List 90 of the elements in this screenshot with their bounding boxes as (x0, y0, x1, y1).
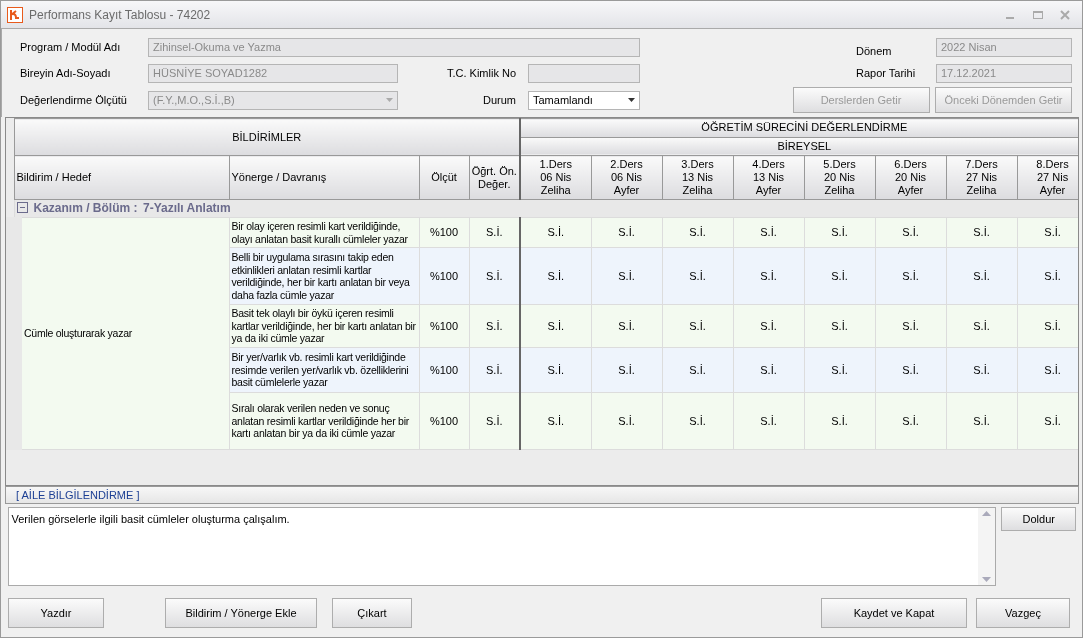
table-cell[interactable]: S.İ. (733, 247, 804, 305)
column-header[interactable]: 7.Ders 27 Nis Zeliha (946, 155, 1017, 200)
table-cell[interactable]: S.İ. (733, 217, 804, 248)
table-cell[interactable]: S.İ. (875, 217, 946, 248)
section-title: [ AİLE BİLGİLENDİRME ] (5, 486, 1079, 504)
table-cell: %100 (419, 392, 469, 450)
table-cell[interactable]: S.İ. (520, 247, 591, 305)
table-cell: Sıralı olarak verilen neden ve sonuç anlatan resimli kartlar verildiğinde her bir kartı anlatan bir ya da iki cümle yazar (229, 392, 419, 450)
table-cell[interactable]: S.İ. (1017, 347, 1078, 393)
column-group-header: ÖĞRETİM SÜRECİNİ DEĞERLENDİRME (520, 118, 1078, 137)
table-cell: Basit tek olaylı bir öykü içeren resimli kartlar verildiğinde, her bir kartı anlatan bir ya da iki cümle yazar (229, 304, 419, 348)
table-cell[interactable]: S.İ. (946, 217, 1017, 248)
table-cell: Belli bir uygulama sırasını takip eden etkinlikleri anlatan resimli kartlar verildiğinde, her bir kartı anlatan bir veya daha fazla cümle yazar (229, 247, 419, 305)
table-cell[interactable]: S.İ. (591, 217, 662, 248)
table-cell[interactable]: S.İ. (591, 247, 662, 305)
table-cell[interactable]: S.İ. (1017, 247, 1078, 305)
dropdown-field[interactable]: Tamamlandı (528, 90, 640, 110)
table-cell[interactable]: S.İ. (591, 392, 662, 450)
column-header[interactable]: 5.Ders 20 Nis Zeliha (804, 155, 875, 200)
field-label: Durum (483, 92, 516, 108)
footer-button[interactable]: Çıkart (332, 598, 412, 628)
table-cell: %100 (419, 247, 469, 305)
dropdown-caret-icon (386, 98, 393, 102)
column-header[interactable]: Yönerge / Davranış (229, 155, 419, 200)
table-cell: Bir yer/varlık vb. resimli kart verildiğinde resimde verilen yer/varlık vb. özelliklerini basit cümlelerle yazar (229, 347, 419, 393)
table-cell[interactable]: S.İ. (946, 347, 1017, 393)
column-header[interactable]: 4.Ders 13 Nis Ayfer (733, 155, 804, 200)
text-area[interactable]: Verilen görselerle ilgili basit cümleler oluşturma çalışalım. (7, 506, 996, 587)
field-label: Değerlendirme Ölçütü (20, 92, 128, 108)
table-cell[interactable]: S.İ. (1017, 392, 1078, 450)
column-header[interactable]: Bildirim / Hedef (14, 155, 229, 200)
app-logo-icon (7, 6, 23, 23)
table-cell[interactable]: S.İ. (662, 247, 733, 305)
column-header[interactable]: 2.Ders 06 Nis Ayfer (591, 155, 662, 200)
table-cell[interactable]: S.İ. (875, 304, 946, 348)
table-cell[interactable]: S.İ. (733, 347, 804, 393)
table-cell: Bir olay içeren resimli kart verildiğinde, olayı anlatan basit kurallı cümleler yazar (229, 217, 419, 248)
footer-button[interactable]: Vazgeç (976, 598, 1070, 628)
field-label: Program / Modül Adı (20, 39, 122, 55)
table-cell[interactable]: S.İ. (946, 304, 1017, 348)
column-header[interactable]: Ölçüt (419, 155, 469, 200)
field-label: Rapor Tarihi (856, 65, 917, 81)
window-title: Performans Kayıt Tablosu - 74202 (29, 6, 211, 24)
dropdown-caret-icon (628, 98, 635, 102)
collapse-toggle-icon[interactable] (16, 202, 28, 214)
table-cell: %100 (419, 217, 469, 248)
family-note: Verilen görselerle ilgili basit cümleler oluşturma çalışalım. (11, 512, 290, 525)
table-cell[interactable]: S.İ. (662, 347, 733, 393)
scroll-up-icon[interactable] (981, 510, 991, 516)
table-cell[interactable]: S.İ. (662, 217, 733, 248)
table-cell[interactable]: S.İ. (875, 347, 946, 393)
table-cell[interactable]: S.İ. (875, 392, 946, 450)
table-cell[interactable]: S.İ. (520, 304, 591, 348)
table-cell: %100 (419, 347, 469, 393)
table-cell[interactable]: S.İ. (804, 347, 875, 393)
table-cell[interactable]: S.İ. (733, 392, 804, 450)
fill-button[interactable]: Doldur (1001, 506, 1077, 531)
group-label: Kazanım / Bölüm : (33, 201, 138, 216)
column-header[interactable]: 1.Ders 06 Nis Zeliha (520, 155, 591, 200)
table-cell[interactable]: S.İ. (804, 217, 875, 248)
column-group-header: BİLDİRİMLER (14, 118, 520, 156)
footer-button[interactable]: Kaydet ve Kapat (821, 598, 967, 628)
scroll-down-icon[interactable] (981, 577, 991, 583)
table-cell[interactable]: S.İ. (591, 304, 662, 348)
table-cell[interactable]: S.İ. (733, 304, 804, 348)
field-label: T.C. Kimlik No (446, 65, 516, 81)
table-cell[interactable]: S.İ. (662, 304, 733, 348)
column-header[interactable]: 8.Ders 27 Nis Ayfer (1017, 155, 1078, 200)
field-label: Bireyin Adı-Soyadı (20, 65, 112, 81)
scrollbar[interactable] (977, 507, 995, 586)
table-cell[interactable]: S.İ. (804, 392, 875, 450)
table-cell[interactable]: S.İ. (804, 247, 875, 305)
group-value: 7-Yazılı Anlatım (143, 201, 231, 216)
column-header[interactable]: 6.Ders 20 Nis Ayfer (875, 155, 946, 200)
table-cell[interactable]: S.İ. (520, 392, 591, 450)
footer-button[interactable]: Yazdır (8, 598, 104, 628)
table-cell[interactable]: S.İ. (875, 247, 946, 305)
table-cell[interactable]: S.İ. (946, 247, 1017, 305)
table-cell[interactable]: S.İ. (662, 392, 733, 450)
table-cell[interactable]: S.İ. (1017, 217, 1078, 248)
table-cell[interactable]: S.İ. (1017, 304, 1078, 348)
field-label: Dönem (856, 43, 893, 59)
table-cell[interactable]: S.İ. (804, 304, 875, 348)
table-cell[interactable]: S.İ. (591, 347, 662, 393)
column-header[interactable]: 3.Ders 13 Nis Zeliha (662, 155, 733, 200)
footer-button[interactable]: Bildirim / Yönerge Ekle (165, 598, 317, 628)
table-cell[interactable]: S.İ. (946, 392, 1017, 450)
table-cell[interactable]: S.İ. (520, 347, 591, 393)
table-cell[interactable]: S.İ. (520, 217, 591, 248)
table-cell: %100 (419, 304, 469, 348)
